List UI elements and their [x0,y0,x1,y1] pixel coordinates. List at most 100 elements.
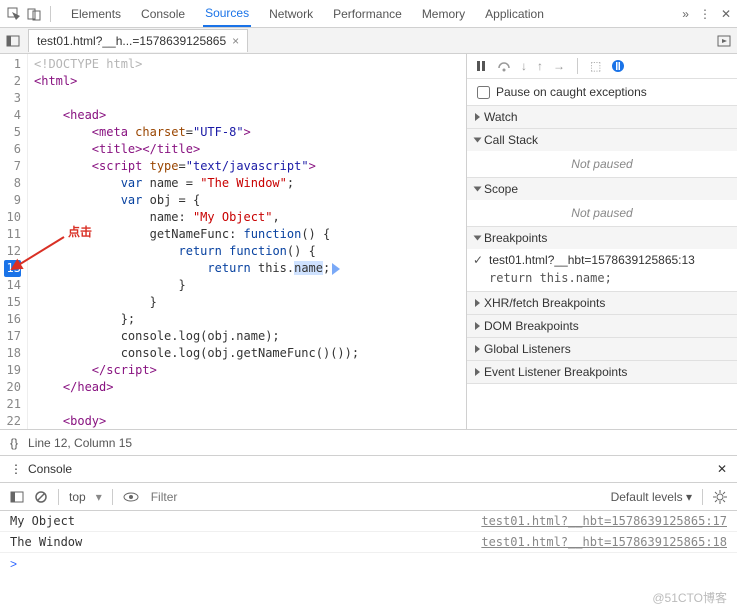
line-number[interactable]: 9 [4,192,21,209]
console-sidebar-icon[interactable] [10,490,24,504]
chevron-icon [475,345,480,353]
code-line[interactable]: return function() { [34,243,359,260]
code-line[interactable]: <!DOCTYPE html> [34,56,359,73]
console-source-link[interactable]: test01.html?__hbt=1578639125865:18 [481,535,727,549]
line-number[interactable]: 7 [4,158,21,175]
code-line[interactable]: return this.name; [34,260,359,277]
live-expression-icon[interactable] [123,491,139,503]
tab-console[interactable]: Console [139,0,187,27]
close-file-icon[interactable]: × [232,34,239,48]
console-prompt[interactable]: > [0,553,737,575]
console-close-icon[interactable]: ✕ [717,462,727,476]
console-filter-input[interactable] [149,489,601,505]
watermark: @51CTO博客 [652,589,727,606]
run-snippet-icon[interactable] [717,34,731,48]
context-selector[interactable]: top [69,490,86,504]
code-line[interactable] [34,396,359,413]
cursor-position: Line 12, Column 15 [28,436,132,450]
tab-memory[interactable]: Memory [420,0,467,27]
section-dom[interactable]: DOM Breakpoints [467,315,737,337]
code-line[interactable]: <meta charset="UTF-8"> [34,124,359,141]
code-line[interactable]: <title></title> [34,141,359,158]
code-line[interactable]: <head> [34,107,359,124]
code-line[interactable]: <body> [34,413,359,429]
line-number[interactable]: 18 [4,345,21,362]
line-number[interactable]: 17 [4,328,21,345]
code-line[interactable]: </head> [34,379,359,396]
pause-exceptions-icon[interactable] [611,59,625,73]
tab-performance[interactable]: Performance [331,0,404,27]
line-number[interactable]: 2 [4,73,21,90]
step-into-icon[interactable]: ↓ [521,59,527,73]
section-title: Scope [484,182,518,196]
section-title: Global Listeners [484,342,571,356]
line-number[interactable]: 10 [4,209,21,226]
menu-icon[interactable]: ⋮ [699,7,711,21]
line-number[interactable]: 20 [4,379,21,396]
line-number[interactable]: 4 [4,107,21,124]
section-event[interactable]: Event Listener Breakpoints [467,361,737,383]
step-out-icon[interactable]: ↑ [537,59,543,73]
section-scope[interactable]: Scope [467,178,737,200]
code-line[interactable]: } [34,277,359,294]
code-line[interactable] [34,90,359,107]
tab-application[interactable]: Application [483,0,546,27]
code-line[interactable]: }; [34,311,359,328]
tab-sources[interactable]: Sources [203,0,251,27]
code-line[interactable]: <script type="text/javascript"> [34,158,359,175]
breakpoint-item[interactable]: test01.html?__hbt=1578639125865:13 [467,249,737,271]
tab-network[interactable]: Network [267,0,315,27]
sidebar-toggle-icon[interactable] [6,34,20,48]
console-settings-icon[interactable] [713,490,727,504]
line-number[interactable]: 11 [4,226,21,243]
code-line[interactable]: <html> [34,73,359,90]
line-number[interactable]: 5 [4,124,21,141]
line-number[interactable]: 1 [4,56,21,73]
inspect-icon[interactable] [6,6,22,22]
console-row: The Windowtest01.html?__hbt=157863912586… [0,532,737,553]
section-callstack[interactable]: Call Stack [467,129,737,151]
code-line[interactable]: } [34,294,359,311]
line-number[interactable]: 19 [4,362,21,379]
tab-elements[interactable]: Elements [69,0,123,27]
line-number[interactable]: 16 [4,311,21,328]
section-xhr[interactable]: XHR/fetch Breakpoints [467,292,737,314]
pretty-print-icon[interactable]: {} [10,436,18,450]
step-over-icon[interactable] [497,60,511,72]
deactivate-bp-icon[interactable]: ⬚ [590,59,601,73]
line-number[interactable]: 8 [4,175,21,192]
pause-caught-row[interactable]: Pause on caught exceptions [467,79,737,106]
log-levels-selector[interactable]: Default levels ▾ [611,490,692,504]
chevron-icon [475,299,480,307]
section-watch[interactable]: Watch [467,106,737,128]
console-source-link[interactable]: test01.html?__hbt=1578639125865:17 [481,514,727,528]
pause-icon[interactable] [475,60,487,72]
section-global[interactable]: Global Listeners [467,338,737,360]
line-number[interactable]: 12 [4,243,21,260]
line-number[interactable]: 15 [4,294,21,311]
more-tabs-icon[interactable]: » [682,7,689,21]
pause-caught-checkbox[interactable] [477,86,490,99]
line-number[interactable]: 3 [4,90,21,107]
file-tab[interactable]: test01.html?__h...=1578639125865 × [28,29,248,52]
code-line[interactable]: console.log(obj.name); [34,328,359,345]
line-number[interactable]: 13 [4,260,21,277]
console-message: The Window [10,535,481,549]
line-number[interactable]: 14 [4,277,21,294]
code-line[interactable]: console.log(obj.getNameFunc()()); [34,345,359,362]
code-line[interactable]: var name = "The Window"; [34,175,359,192]
clear-console-icon[interactable] [34,490,48,504]
line-number[interactable]: 6 [4,141,21,158]
device-icon[interactable] [26,6,42,22]
line-number[interactable]: 22 [4,413,21,429]
console-menu-icon[interactable]: ⋮ [10,462,22,476]
step-icon[interactable]: → [553,59,565,73]
section-body: Not paused [467,151,737,177]
line-number[interactable]: 21 [4,396,21,413]
close-devtools-icon[interactable]: ✕ [721,7,731,21]
section-title: Call Stack [484,133,538,147]
section-title: DOM Breakpoints [484,319,579,333]
section-breakpoints[interactable]: Breakpoints [467,227,737,249]
code-line[interactable]: var obj = { [34,192,359,209]
code-line[interactable]: </script> [34,362,359,379]
